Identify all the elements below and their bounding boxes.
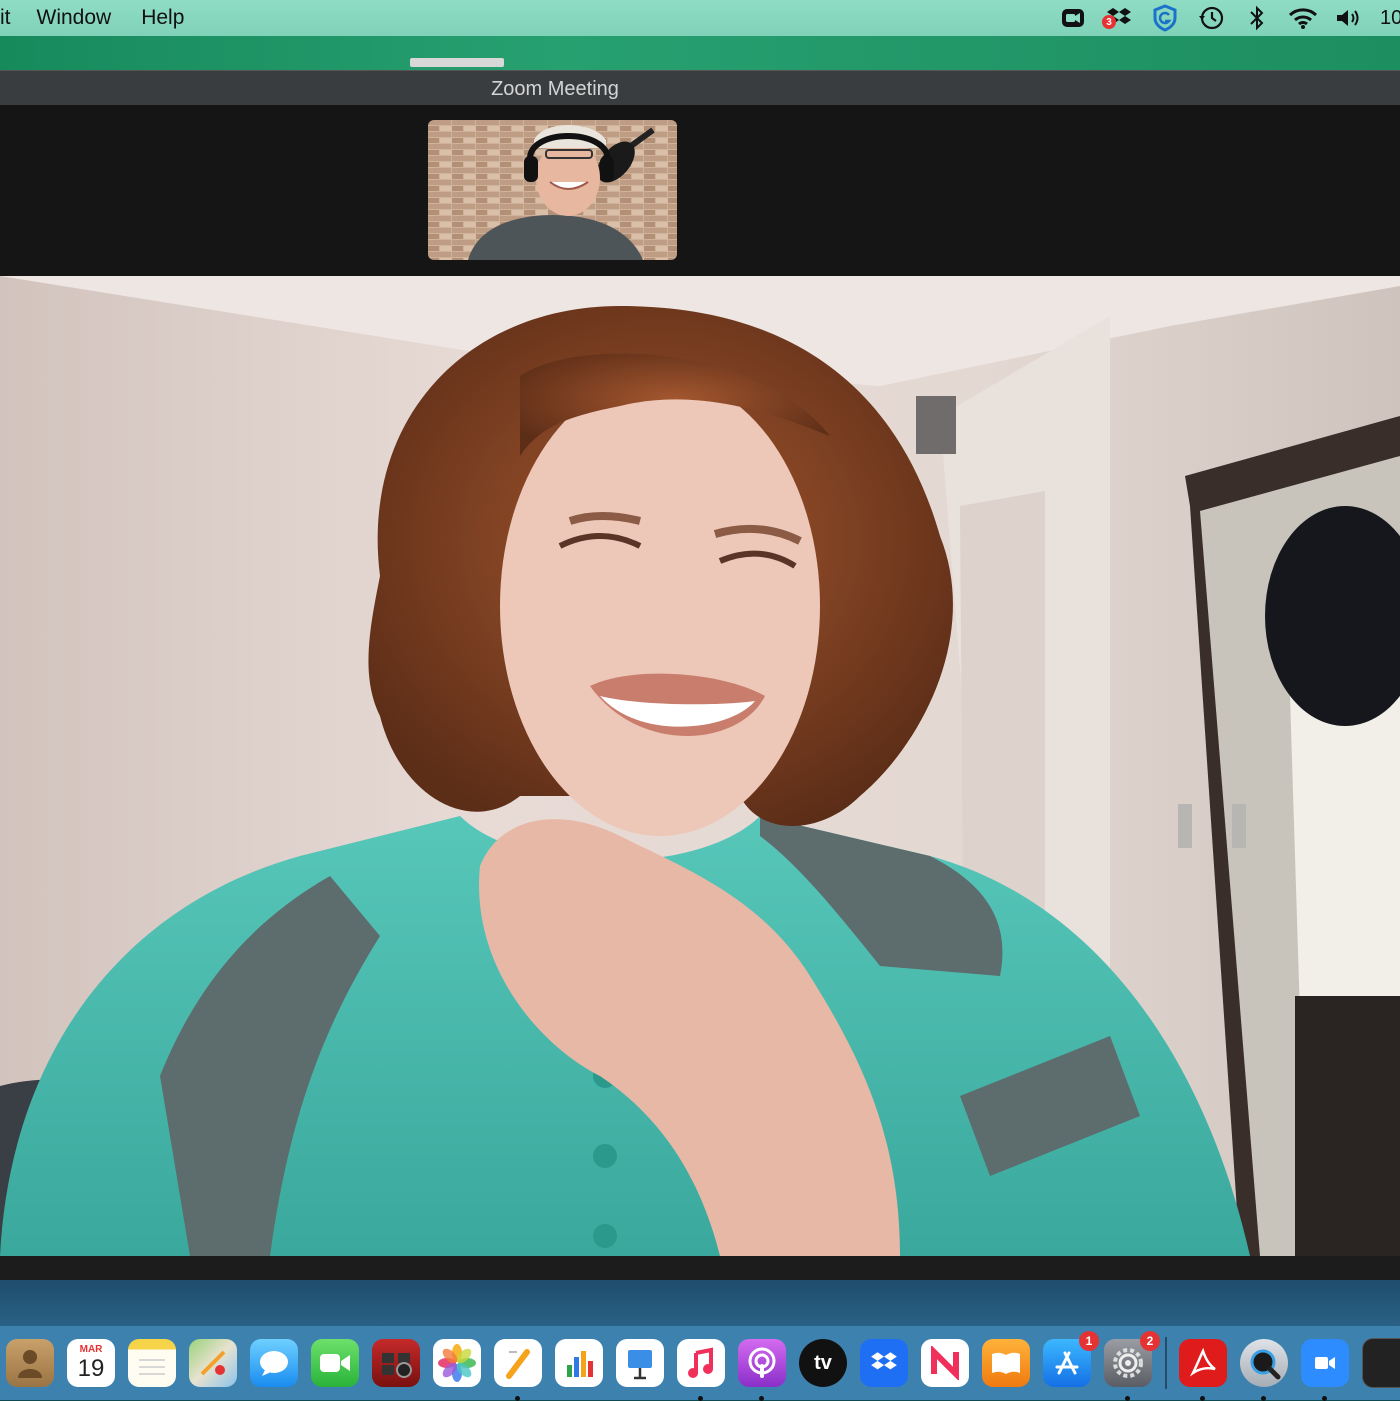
dropbox-app-icon[interactable] <box>860 1339 908 1387</box>
menu-bar: it Window Help 3 10 <box>0 0 1400 36</box>
menu-edit[interactable]: it <box>0 6 11 30</box>
tab-indicator[interactable] <box>410 58 504 67</box>
pages-icon[interactable] <box>494 1339 542 1401</box>
time-machine-icon[interactable] <box>1196 3 1226 33</box>
podcasts-icon[interactable] <box>738 1339 786 1401</box>
participant-thumbnail-image <box>428 120 677 260</box>
desktop-background <box>0 36 1400 70</box>
zoom-icon[interactable] <box>1058 3 1088 33</box>
dock-separator <box>1165 1337 1167 1389</box>
clock[interactable]: 10 <box>1380 7 1400 30</box>
acrobat-running-dot <box>1200 1396 1205 1401</box>
window-title: Zoom Meeting <box>491 78 619 100</box>
grammarly-icon[interactable] <box>1150 3 1180 33</box>
app-store-icon[interactable]: 1 <box>1043 1331 1099 1387</box>
contacts-icon[interactable] <box>6 1339 54 1387</box>
photo-booth-icon[interactable] <box>372 1339 420 1387</box>
bluetooth-icon[interactable] <box>1242 3 1272 33</box>
quicktime-icon[interactable] <box>1240 1339 1288 1401</box>
music-icon[interactable] <box>677 1339 725 1401</box>
keynote-icon[interactable] <box>616 1339 664 1387</box>
wifi-icon[interactable] <box>1288 3 1318 33</box>
music-running-dot <box>698 1396 703 1401</box>
status-area: 3 10 <box>1058 0 1400 36</box>
dock: MAR 19 tv 1 2 <box>0 1326 1400 1401</box>
zoom-running-dot <box>1322 1396 1327 1401</box>
quicktime-running-dot <box>1261 1396 1266 1401</box>
acrobat-icon[interactable] <box>1179 1339 1227 1401</box>
menu-window[interactable]: Window <box>37 6 112 30</box>
meeting-controls-bar <box>0 1256 1400 1281</box>
participant-strip <box>0 105 1400 276</box>
maps-icon[interactable] <box>189 1339 237 1387</box>
volume-icon[interactable] <box>1334 3 1364 33</box>
facetime-icon[interactable] <box>311 1339 359 1387</box>
messages-icon[interactable] <box>250 1339 298 1387</box>
dropbox-icon[interactable]: 3 <box>1102 3 1134 33</box>
pages-running-dot <box>515 1396 520 1401</box>
terminal-icon[interactable] <box>1362 1338 1400 1388</box>
desktop-wallpaper <box>0 1280 1400 1326</box>
notes-icon[interactable] <box>128 1339 176 1387</box>
calendar-icon[interactable]: MAR 19 <box>67 1339 115 1387</box>
books-icon[interactable] <box>982 1339 1030 1387</box>
speaker-video-image <box>0 276 1400 1256</box>
system-preferences-icon[interactable]: 2 <box>1104 1331 1160 1401</box>
app-store-badge: 1 <box>1079 1331 1099 1351</box>
system-preferences-running-dot <box>1125 1396 1130 1401</box>
calendar-day: 19 <box>77 1355 105 1382</box>
participant-thumbnail[interactable] <box>428 120 677 260</box>
photos-icon[interactable] <box>433 1339 481 1387</box>
system-preferences-badge: 2 <box>1140 1331 1160 1351</box>
dropbox-badge: 3 <box>1102 15 1116 29</box>
window-titlebar: Zoom Meeting <box>0 70 1400 106</box>
zoom-app-icon[interactable] <box>1301 1339 1349 1401</box>
main-video[interactable] <box>0 276 1400 1256</box>
apple-tv-icon[interactable]: tv <box>799 1339 847 1387</box>
news-icon[interactable] <box>921 1339 969 1387</box>
menu-help[interactable]: Help <box>141 6 184 30</box>
apple-tv-label: tv <box>814 1351 832 1374</box>
numbers-icon[interactable] <box>555 1339 603 1387</box>
podcasts-running-dot <box>759 1396 764 1401</box>
